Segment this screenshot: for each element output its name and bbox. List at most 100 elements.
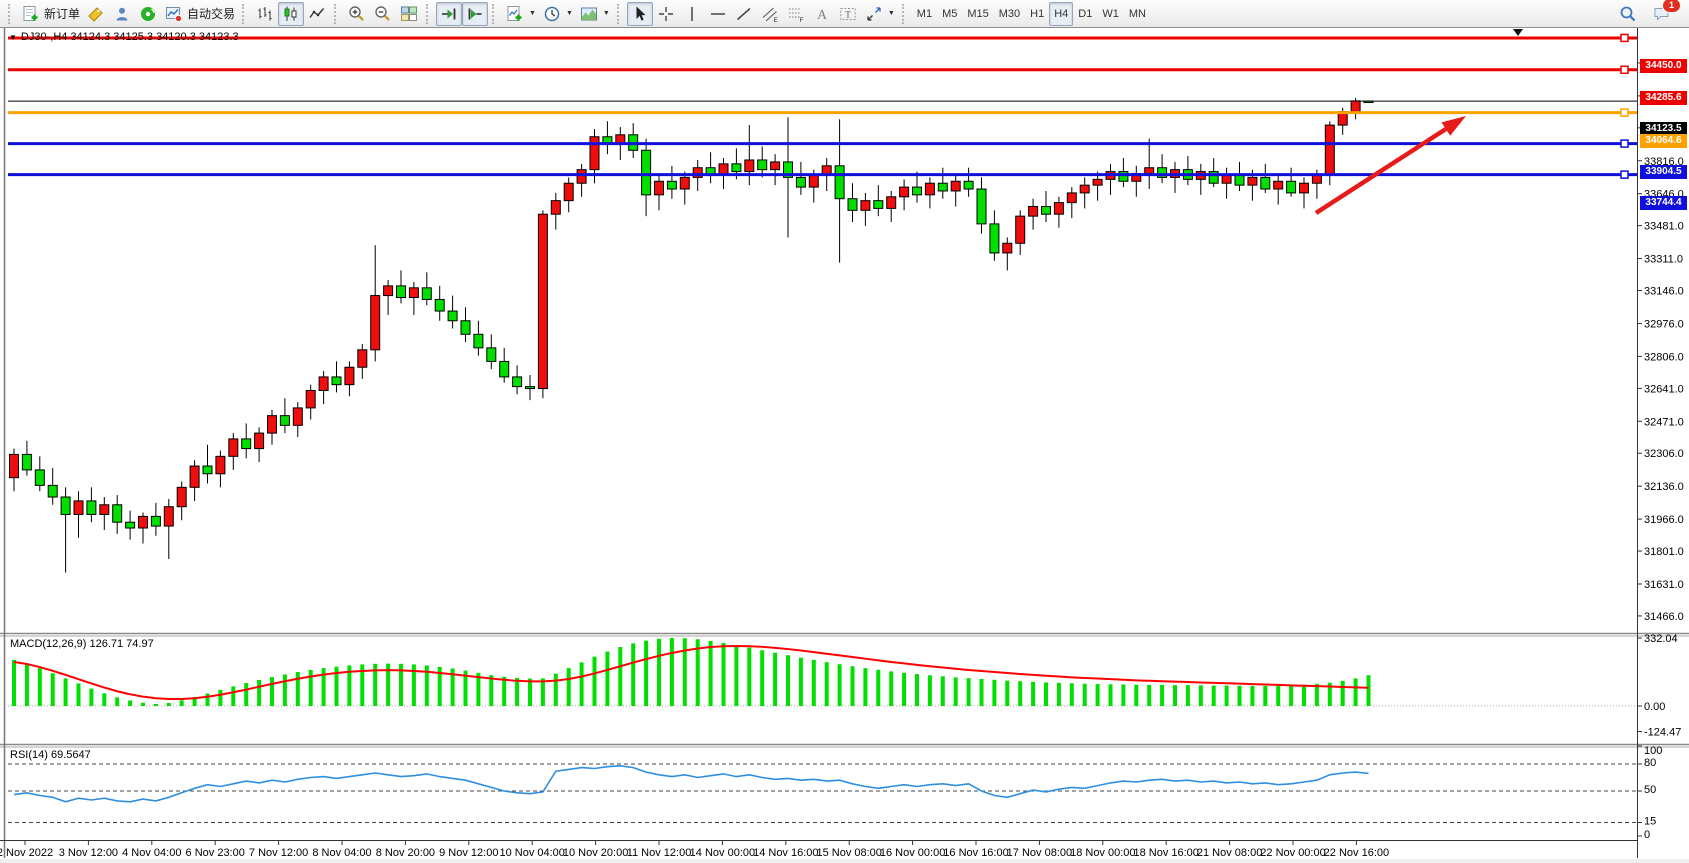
cursor-button[interactable]	[627, 2, 653, 26]
toolbar-group-grip[interactable]	[242, 4, 248, 24]
macd-histogram-bar	[1212, 686, 1216, 706]
macd-histogram-bar	[1134, 685, 1138, 706]
candle-body	[345, 367, 354, 384]
candle-body	[1287, 181, 1296, 193]
timeframe-w1[interactable]: W1	[1097, 2, 1124, 26]
candle-body	[1261, 177, 1270, 189]
macd-histogram-bar	[528, 679, 532, 706]
timeframe-m15[interactable]: M15	[962, 2, 993, 26]
level-line-handle[interactable]	[1621, 171, 1628, 178]
macd-histogram-bar	[760, 650, 764, 706]
line-chart-button[interactable]	[304, 2, 330, 26]
candle-body	[964, 181, 973, 189]
timeframe-m30[interactable]: M30	[994, 2, 1025, 26]
timeframe-d1[interactable]: D1	[1073, 2, 1097, 26]
macd-axis-label: -124.47	[1644, 726, 1681, 738]
vertical-line-button[interactable]	[679, 2, 705, 26]
timeframe-h4[interactable]: H4	[1049, 2, 1073, 26]
autotrading-button[interactable]: 自动交易	[161, 2, 238, 26]
toolbar: 新订单自动交易▼▼▼EFAT▼M1M5M15M30H1H4D1W1MN1	[0, 0, 1689, 28]
level-line-handle[interactable]	[1621, 109, 1628, 116]
candle-body	[35, 470, 44, 485]
macd-histogram-bar	[593, 657, 597, 706]
macd-histogram-bar	[631, 643, 635, 706]
zoom-out-button[interactable]	[370, 2, 396, 26]
candlestick-button[interactable]	[278, 2, 304, 26]
toolbar-group-grip[interactable]	[426, 4, 432, 24]
timeframe-d1-label: D1	[1076, 8, 1094, 20]
alerts-button[interactable]	[83, 2, 109, 26]
chart-shift-button[interactable]	[462, 2, 488, 26]
level-line-handle[interactable]	[1621, 34, 1628, 41]
new-order-icon	[21, 4, 41, 24]
search-button[interactable]	[1615, 2, 1641, 26]
trendline-button[interactable]	[731, 2, 757, 26]
candle-body	[900, 187, 909, 197]
chart-canvas[interactable]: 34321.034151.033986.033816.033646.033481…	[0, 28, 1689, 863]
level-line-handle[interactable]	[1621, 140, 1628, 147]
toolbar-group-grip[interactable]	[492, 4, 498, 24]
macd-histogram-bar	[967, 678, 971, 706]
horizontal-line-button[interactable]	[705, 2, 731, 26]
candle-body	[642, 150, 651, 195]
bar-chart-button[interactable]	[252, 2, 278, 26]
new-order-button[interactable]: 新订单	[18, 2, 83, 26]
timeframe-mn[interactable]: MN	[1124, 2, 1151, 26]
toolbar-group-grip[interactable]	[902, 4, 908, 24]
fibonacci-button[interactable]: F	[783, 2, 809, 26]
auto-scroll-button[interactable]	[436, 2, 462, 26]
candle-body	[216, 456, 225, 473]
toolbar-group-grip[interactable]	[334, 4, 340, 24]
macd-histogram-bar	[838, 664, 842, 706]
news-feed-button[interactable]	[135, 2, 161, 26]
tile-windows-button[interactable]	[396, 2, 422, 26]
auto-scroll-icon	[439, 4, 459, 24]
timeframe-h1-label: H1	[1028, 8, 1046, 20]
level-price-badge: 33904.5	[1640, 165, 1687, 179]
macd-histogram-bar	[51, 673, 55, 706]
candle-body	[1145, 168, 1154, 174]
indicators-button[interactable]: ▼	[502, 2, 539, 26]
time-axis-label: 22 Nov 16:00	[1324, 847, 1389, 859]
macd-histogram-bar	[799, 658, 803, 706]
notification-badge: 1	[1662, 0, 1681, 13]
time-axis-label: 16 Nov 00:00	[880, 847, 945, 859]
candle-body	[745, 160, 754, 172]
macd-histogram-bar	[38, 668, 42, 706]
timeframe-h4-label: H4	[1052, 8, 1070, 20]
macd-histogram-bar	[180, 700, 184, 706]
symbol-dropdown-icon[interactable]: ▼	[9, 33, 17, 42]
equidistant-channel-button[interactable]: E	[757, 2, 783, 26]
macd-histogram-bar	[554, 674, 558, 706]
time-axis-label: 14 Nov 00:00	[690, 847, 755, 859]
candle-body	[1235, 175, 1244, 185]
level-line-handle[interactable]	[1621, 66, 1628, 73]
time-axis-label: 3 Nov 12:00	[59, 847, 118, 859]
chat-button[interactable]: 1	[1649, 2, 1675, 26]
timeframe-m5[interactable]: M5	[937, 2, 962, 26]
macd-histogram-bar	[1225, 686, 1229, 706]
templates-button[interactable]: ▼	[576, 2, 613, 26]
metaeditor-button[interactable]	[109, 2, 135, 26]
chart-background[interactable]	[0, 28, 1689, 863]
toolbar-group-grip[interactable]	[8, 4, 14, 24]
y-axis-tick-label: 32641.0	[1644, 383, 1684, 395]
toolbar-group-grip[interactable]	[617, 4, 623, 24]
arrows-button[interactable]: ▼	[861, 2, 898, 26]
zoom-in-button[interactable]	[344, 2, 370, 26]
new-order-button-label: 新订单	[44, 5, 80, 22]
svg-text:T: T	[845, 9, 851, 19]
candle-body	[1248, 177, 1257, 185]
macd-indicator-label: MACD(12,26,9) 126.71 74.97	[10, 638, 154, 650]
candle-body	[938, 183, 947, 191]
timeframe-m5-label: M5	[940, 8, 959, 20]
text-button[interactable]: A	[809, 2, 835, 26]
periods-button[interactable]: ▼	[539, 2, 576, 26]
crosshair-button[interactable]	[653, 2, 679, 26]
candle-body	[319, 377, 328, 391]
text-label-button[interactable]: T	[835, 2, 861, 26]
timeframe-m1[interactable]: M1	[912, 2, 937, 26]
chart-shift-marker[interactable]	[1513, 29, 1523, 36]
timeframe-h1[interactable]: H1	[1025, 2, 1049, 26]
candle-body	[74, 501, 83, 515]
